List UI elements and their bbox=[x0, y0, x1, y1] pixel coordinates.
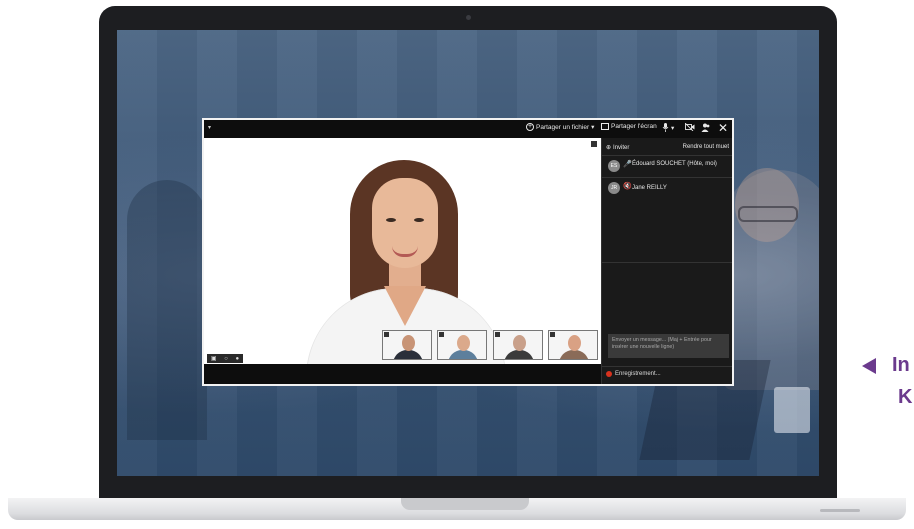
participant-name: Jane REILLY bbox=[632, 185, 667, 191]
microphone-button[interactable]: ▾ bbox=[662, 123, 674, 132]
microphone-icon[interactable]: ● bbox=[236, 356, 240, 362]
chevron-down-icon: ▾ bbox=[671, 124, 675, 132]
laptop-notch bbox=[401, 498, 529, 510]
callout-text-line1: In bbox=[892, 354, 910, 376]
video-controls: ▣ ○ ● bbox=[207, 354, 243, 363]
participant-thumbnail[interactable] bbox=[437, 330, 487, 360]
expand-icon[interactable] bbox=[591, 141, 597, 147]
record-icon[interactable]: ○ bbox=[224, 356, 228, 362]
background-person-left bbox=[127, 180, 207, 440]
chevron-down-icon: ▾ bbox=[591, 124, 595, 131]
users-icon bbox=[701, 123, 710, 132]
participant-thumbnail[interactable] bbox=[548, 330, 598, 360]
microphone-icon bbox=[662, 123, 669, 132]
microphone-icon: 🎤 bbox=[623, 161, 632, 168]
avatar: ES bbox=[608, 160, 620, 172]
chat-message-input[interactable]: Envoyer un message... (Maj + Entrée pour… bbox=[608, 334, 729, 358]
callout-text-line2: K bbox=[898, 386, 913, 408]
participant-thumbnail[interactable] bbox=[493, 330, 543, 360]
video-camera-off-icon bbox=[685, 123, 695, 131]
invite-button[interactable]: ⊕ Inviter bbox=[606, 144, 630, 152]
participant-item[interactable]: ES 🎤 Édouard SOUCHET (Hôte, moi) bbox=[608, 160, 730, 172]
plus-circle-icon: + bbox=[526, 123, 534, 131]
participants-panel: ⊕ Inviter Rendre tout muet ES 🎤 Édouard … bbox=[601, 138, 732, 384]
video-footer-bar bbox=[204, 364, 601, 384]
share-file-label: Partager un fichier bbox=[536, 123, 590, 131]
screen-share-icon bbox=[601, 123, 609, 130]
background-mug bbox=[774, 387, 810, 433]
speaker-muted-icon: 🔇 bbox=[623, 183, 632, 190]
avatar: JR bbox=[608, 182, 620, 194]
participant-item[interactable]: JR 🔇 Jane REILLY bbox=[608, 182, 730, 194]
recording-status[interactable]: Enregistrement... bbox=[606, 371, 661, 377]
share-file-button[interactable]: + Partager un fichier ▾ bbox=[526, 123, 594, 131]
video-conference-window: ▾ + Partager un fichier ▾ Partager l'écr… bbox=[202, 118, 734, 386]
recording-label: Enregistrement... bbox=[615, 371, 661, 377]
participant-thumbnail[interactable] bbox=[382, 330, 432, 360]
participants-button[interactable] bbox=[701, 123, 710, 132]
camera-button[interactable] bbox=[685, 123, 695, 131]
panel-header: ⊕ Inviter Rendre tout muet bbox=[602, 140, 732, 154]
share-screen-label: Partager l'écran bbox=[611, 123, 657, 130]
camera-icon[interactable]: ▣ bbox=[211, 355, 217, 362]
record-icon bbox=[606, 371, 612, 377]
menu-caret-icon[interactable]: ▾ bbox=[208, 124, 211, 131]
main-video-feed: ▣ ○ ● bbox=[204, 138, 601, 364]
share-screen-button[interactable]: Partager l'écran bbox=[601, 123, 657, 130]
callout-arrow-icon bbox=[862, 358, 876, 374]
feature-callout: In K bbox=[862, 354, 914, 414]
mute-all-button[interactable]: Rendre tout muet bbox=[683, 144, 729, 150]
webcam-dot bbox=[466, 15, 471, 20]
add-user-icon: ⊕ bbox=[606, 145, 612, 151]
close-icon[interactable]: ✕ bbox=[718, 121, 728, 135]
conference-toolbar: ▾ + Partager un fichier ▾ Partager l'écr… bbox=[204, 120, 732, 138]
invite-label: Inviter bbox=[613, 144, 630, 151]
participant-name: Édouard SOUCHET (Hôte, moi) bbox=[632, 161, 717, 167]
